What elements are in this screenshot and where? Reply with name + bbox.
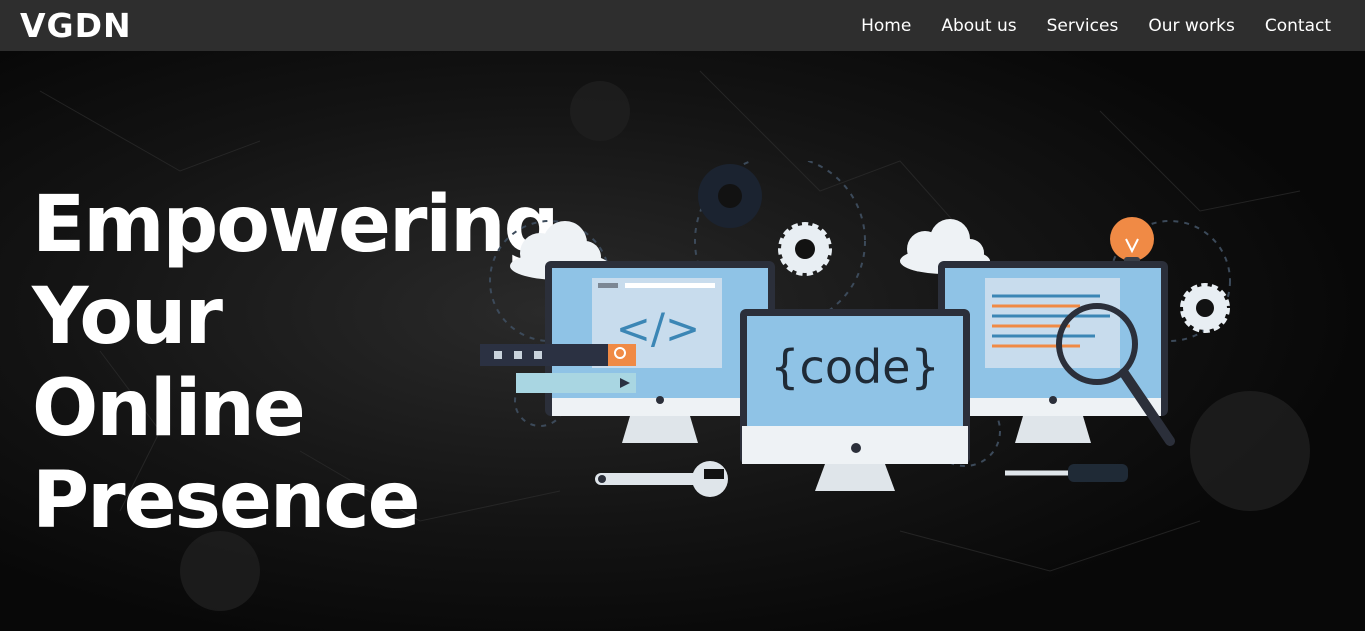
- gear-icon: [698, 164, 762, 228]
- site-logo[interactable]: VGDN: [20, 6, 132, 45]
- headline-line-1: Empowering: [32, 180, 560, 271]
- main-nav: Home About us Services Our works Contact: [861, 16, 1331, 36]
- hero-headline: Empowering Your Online Presence: [32, 179, 560, 547]
- nav-link-services[interactable]: Services: [1047, 16, 1119, 36]
- nav-link-about-us[interactable]: About us: [941, 16, 1016, 36]
- hero-section: Empowering Your Online Presence </> {cod…: [0, 51, 1365, 631]
- nav-link-contact[interactable]: Contact: [1265, 16, 1331, 36]
- gear-icon: [778, 222, 832, 276]
- center-screen-code-text: {code}: [770, 340, 939, 394]
- headline-line-2: Your: [32, 272, 223, 363]
- gear-icon: [1180, 283, 1230, 333]
- top-navbar: VGDN Home About us Services Our works Co…: [0, 0, 1365, 51]
- wrench-icon: [595, 461, 728, 497]
- nav-link-home[interactable]: Home: [861, 16, 911, 36]
- screwdriver-icon: [1005, 464, 1128, 482]
- headline-line-4: Presence: [32, 456, 421, 547]
- headline-line-3: Online: [32, 364, 306, 455]
- nav-link-our-works[interactable]: Our works: [1148, 16, 1235, 36]
- coding-monitors-illustration: </> {code}: [480, 161, 1231, 497]
- center-monitor: {code}: [740, 309, 970, 491]
